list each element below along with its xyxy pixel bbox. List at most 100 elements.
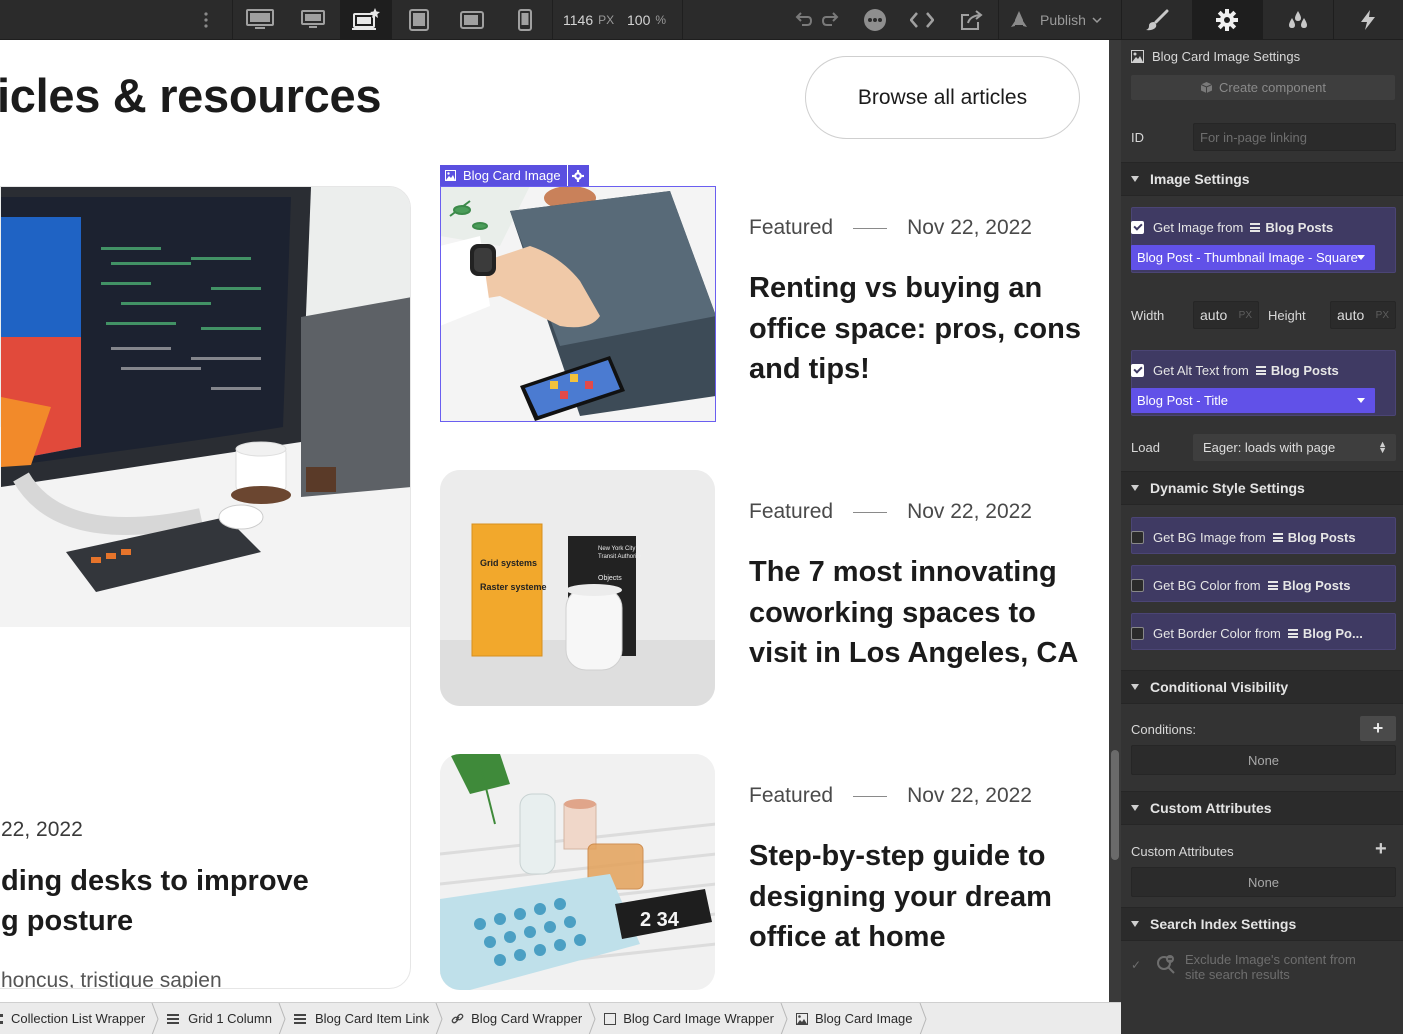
caret-down-icon (1131, 485, 1139, 491)
blog-card-image[interactable] (440, 186, 715, 422)
redo-icon[interactable] (822, 0, 840, 39)
id-label: ID (1131, 130, 1144, 145)
canvas-width-readout[interactable]: 1146 PX (563, 0, 614, 39)
card-category: Featured (749, 784, 834, 807)
svg-text:New York City: New York City (598, 546, 635, 552)
featured-blog-card[interactable]: 22, 2022 ding desks to improve g posture… (0, 186, 411, 989)
card-title[interactable]: Step-by-step guide to designing your dre… (749, 836, 1094, 958)
width-input[interactable]: auto PX (1193, 301, 1259, 329)
blog-card-image-3[interactable]: 2 34 (440, 754, 715, 990)
selection-label[interactable]: Blog Card Image (440, 165, 589, 186)
load-label: Load (1131, 440, 1160, 455)
caret-down-icon (1131, 921, 1139, 927)
breadcrumb-item[interactable]: Blog Card Image Wrapper (596, 1003, 788, 1034)
height-input[interactable]: auto PX (1330, 301, 1396, 329)
breakpoint-xxl-icon[interactable] (234, 0, 286, 39)
search-index-header[interactable]: Search Index Settings (1121, 907, 1403, 941)
chevron-down-icon (1357, 398, 1365, 403)
image-icon (1131, 50, 1144, 63)
conditional-visibility-header[interactable]: Conditional Visibility (1121, 670, 1403, 704)
browse-articles-button[interactable]: Browse all articles (805, 56, 1080, 139)
get-bg-color-toggle[interactable]: Get BG Color from Blog Posts (1131, 578, 1351, 593)
breadcrumb-item[interactable]: Blog Card Wrapper (443, 1003, 596, 1034)
custom-attributes-empty: None (1131, 867, 1396, 897)
get-bg-image-toggle[interactable]: Get BG Image from Blog Posts (1131, 530, 1356, 545)
more-options-icon[interactable] (196, 0, 216, 39)
conditions-label: Conditions: (1131, 722, 1197, 737)
card-title[interactable]: The 7 most innovating coworking spaces t… (749, 552, 1094, 674)
updown-icon: ▲ ▼ (1378, 439, 1387, 455)
canvas-scrollbar[interactable] (1109, 40, 1121, 1002)
conditions-empty: None (1131, 745, 1396, 775)
breakpoint-desktop-icon[interactable] (340, 0, 392, 39)
load-select[interactable]: Eager: loads with page ▲ ▼ (1193, 434, 1396, 461)
settings-panel: Blog Card Image Settings Create componen… (1121, 40, 1403, 1002)
breadcrumb-item[interactable]: Grid 1 Column (159, 1003, 286, 1034)
code-icon[interactable] (908, 0, 936, 39)
get-border-color-toggle[interactable]: Get Border Color from Blog Po... (1131, 626, 1363, 641)
image-field-select[interactable]: Blog Post - Thumbnail Image - Square (1131, 245, 1375, 270)
get-alt-toggle[interactable]: Get Alt Text from Blog Posts (1131, 363, 1339, 378)
tab-style[interactable] (1121, 0, 1192, 39)
card-date: Nov 22, 2022 (907, 784, 1032, 807)
create-component-button[interactable]: Create component (1131, 75, 1395, 100)
image-icon (445, 170, 456, 181)
chevron-right-icon (919, 1003, 927, 1034)
panel-title: Blog Card Image Settings (1131, 49, 1395, 64)
breadcrumb-item[interactable]: Collection List Wrapper (0, 1003, 159, 1034)
svg-text:Raster systeme: Raster systeme (480, 582, 547, 592)
comments-icon[interactable] (862, 0, 888, 39)
database-icon (1272, 533, 1283, 542)
zoom-readout[interactable]: 100% (627, 0, 666, 39)
design-canvas[interactable]: icles & resources Browse all articles 22… (0, 40, 1109, 1002)
tab-style-manager[interactable] (1262, 0, 1333, 39)
add-condition-button[interactable]: + (1360, 716, 1396, 741)
svg-text:Transit Authority: Transit Authority (598, 554, 641, 560)
caret-down-icon (1131, 805, 1139, 811)
height-label: Height (1268, 308, 1306, 323)
card-category: Featured (749, 216, 834, 239)
breadcrumb-item[interactable]: Blog Card Item Link (286, 1003, 443, 1034)
card-date: Nov 22, 2022 (907, 216, 1032, 239)
publish-button[interactable]: Publish (1040, 0, 1110, 39)
export-icon[interactable] (958, 0, 986, 39)
top-toolbar: 1146 PX 100% Publish (0, 0, 1121, 40)
image-settings-header[interactable]: Image Settings (1121, 162, 1403, 196)
option-line-2: site search results (1185, 967, 1290, 982)
undo-icon[interactable] (794, 0, 812, 39)
breakpoint-xl-icon[interactable] (287, 0, 339, 39)
panel-footer (1121, 1002, 1403, 1034)
svg-text:Grid systems: Grid systems (480, 558, 537, 568)
custom-attributes-header[interactable]: Custom Attributes (1121, 791, 1403, 825)
element-settings-gear-icon[interactable] (567, 165, 589, 186)
checkbox-icon (1131, 579, 1144, 592)
card-title[interactable]: Renting vs buying an office space: pros,… (749, 268, 1094, 390)
database-icon (1250, 223, 1261, 232)
id-input[interactable]: For in-page linking (1193, 123, 1396, 151)
breadcrumb-item-current[interactable]: Blog Card Image (788, 1003, 927, 1034)
alt-field-select[interactable]: Blog Post - Title (1131, 388, 1375, 413)
checkbox-icon (1131, 627, 1144, 640)
exclude-search-option[interactable]: ✓ Exclude Image's content from site sear… (1131, 952, 1356, 982)
card-title: ding desks to improve g posture (1, 865, 309, 937)
database-icon (1255, 366, 1266, 375)
chevron-right-icon (780, 1003, 788, 1034)
breakpoint-mobile-landscape-icon[interactable] (446, 0, 498, 39)
database-icon (1267, 581, 1278, 590)
option-line-1: Exclude Image's content from (1185, 952, 1356, 967)
div-block-icon (604, 1012, 617, 1025)
get-image-toggle[interactable]: Get Image from Blog Posts (1131, 220, 1333, 235)
tab-settings[interactable] (1191, 0, 1262, 39)
breakpoint-mobile-portrait-icon[interactable] (499, 0, 551, 39)
collection-icon (0, 1012, 4, 1026)
blog-card-image-2[interactable]: Grid systems Raster systeme New York Cit… (440, 470, 715, 706)
dynamic-style-header[interactable]: Dynamic Style Settings (1121, 471, 1403, 505)
add-attribute-icon[interactable]: + (1375, 838, 1387, 861)
checkbox-icon (1131, 531, 1144, 544)
publish-rocket-icon (1008, 0, 1030, 39)
tab-interactions[interactable] (1332, 0, 1403, 39)
breakpoint-tablet-icon[interactable] (393, 0, 445, 39)
scrollbar-thumb[interactable] (1111, 750, 1119, 860)
panel-tabs (1121, 0, 1403, 40)
search-exclude-icon (1157, 955, 1175, 974)
